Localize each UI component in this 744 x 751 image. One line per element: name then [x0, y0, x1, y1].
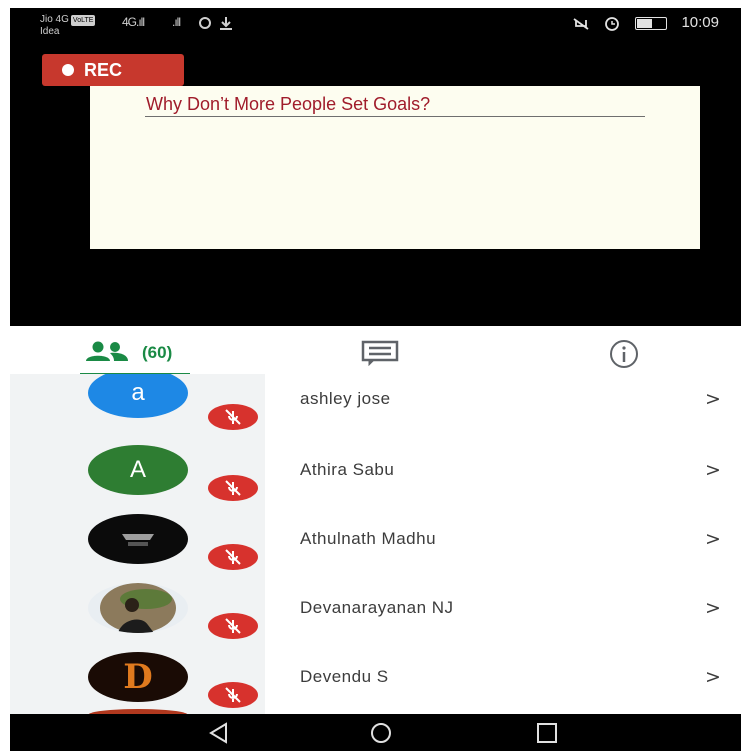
mic-muted-icon [208, 682, 258, 708]
presentation-slide: Why Don’t More People Set Goals? [90, 86, 700, 249]
chevron-right-icon: > [705, 528, 721, 550]
avatar [88, 583, 188, 633]
back-button[interactable] [204, 720, 234, 746]
chevron-right-icon: > [705, 388, 721, 410]
chat-icon [361, 340, 399, 366]
record-dot-icon [62, 64, 74, 76]
chevron-right-icon: > [705, 597, 721, 619]
logo-avatar-image [122, 534, 154, 546]
vibrate-mute-icon [573, 18, 589, 30]
location-download-icons [199, 17, 232, 30]
slide-title-rule [145, 116, 645, 117]
battery-icon [635, 16, 668, 30]
participant-row[interactable]: Athulnath Madhu > [10, 512, 741, 581]
avatar: A [88, 445, 188, 495]
participant-row[interactable]: D Devendu S > [10, 650, 741, 714]
participant-name: Devendu S [300, 667, 389, 686]
back-triangle-icon [209, 722, 227, 744]
clock-time: 10:09 [681, 14, 719, 31]
avatar: D [88, 652, 188, 702]
mic-muted-icon [208, 544, 258, 570]
slide-title: Why Don’t More People Set Goals? [146, 94, 431, 114]
tab-people[interactable]: (60) [80, 326, 200, 378]
alarm-icon [605, 17, 620, 31]
photo-avatar-image [100, 583, 176, 633]
avatar-initial: A [129, 456, 146, 483]
recording-label: REC [84, 60, 123, 80]
avatar-initial: a [131, 379, 145, 406]
mic-muted-icon [208, 404, 258, 430]
status-right: 10:09 [571, 14, 719, 31]
chevron-right-icon: > [705, 666, 721, 688]
chevron-right-icon: > [705, 459, 721, 481]
info-icon [610, 340, 638, 368]
mic-muted-icon [208, 613, 258, 639]
status-bar: Jio 4G VoLTE Idea 4G.ıll .ıll 10:09 [10, 8, 741, 40]
mic-muted-icon [208, 475, 258, 501]
participant-name: Athulnath Madhu [300, 529, 437, 548]
avatar-initial: D [123, 657, 153, 697]
recording-indicator: REC [42, 54, 184, 86]
avatar: a [88, 374, 188, 418]
people-icon [86, 341, 128, 361]
tab-info[interactable] [600, 326, 650, 378]
carrier-info: Jio 4G VoLTE Idea [40, 14, 96, 37]
tab-chat[interactable] [355, 326, 405, 378]
participant-name: Devanarayanan NJ [300, 598, 454, 617]
participant-name: ashley jose [300, 389, 391, 408]
home-circle-icon [371, 723, 391, 743]
participant-row[interactable]: Devanarayanan NJ > [10, 581, 741, 650]
participants-list[interactable]: a ashley jose > A Athira Sabu > Athulnat… [10, 374, 741, 714]
carrier-name-2: Idea [40, 26, 60, 37]
app-frame: Jio 4G VoLTE Idea 4G.ıll .ıll 10:09 REC … [10, 8, 741, 751]
home-button[interactable] [366, 720, 396, 746]
recents-button[interactable] [532, 720, 562, 746]
participant-name: Athira Sabu [300, 460, 395, 479]
recents-square-icon [537, 723, 557, 743]
video-area: Jio 4G VoLTE Idea 4G.ıll .ıll 10:09 REC … [10, 8, 741, 326]
signal-icon-2: .ıll [172, 15, 181, 29]
carrier-name: Jio 4G [40, 14, 69, 25]
tab-bar: (60) [10, 326, 741, 378]
volte-badge: VoLTE [70, 15, 96, 26]
people-count: (60) [142, 343, 173, 362]
avatar [88, 514, 188, 564]
participant-row[interactable]: a ashley jose > [10, 374, 741, 443]
participant-row[interactable]: A Athira Sabu > [10, 443, 741, 512]
system-nav-bar [10, 714, 741, 751]
signal-icon-1: 4G.ıll [122, 15, 145, 29]
